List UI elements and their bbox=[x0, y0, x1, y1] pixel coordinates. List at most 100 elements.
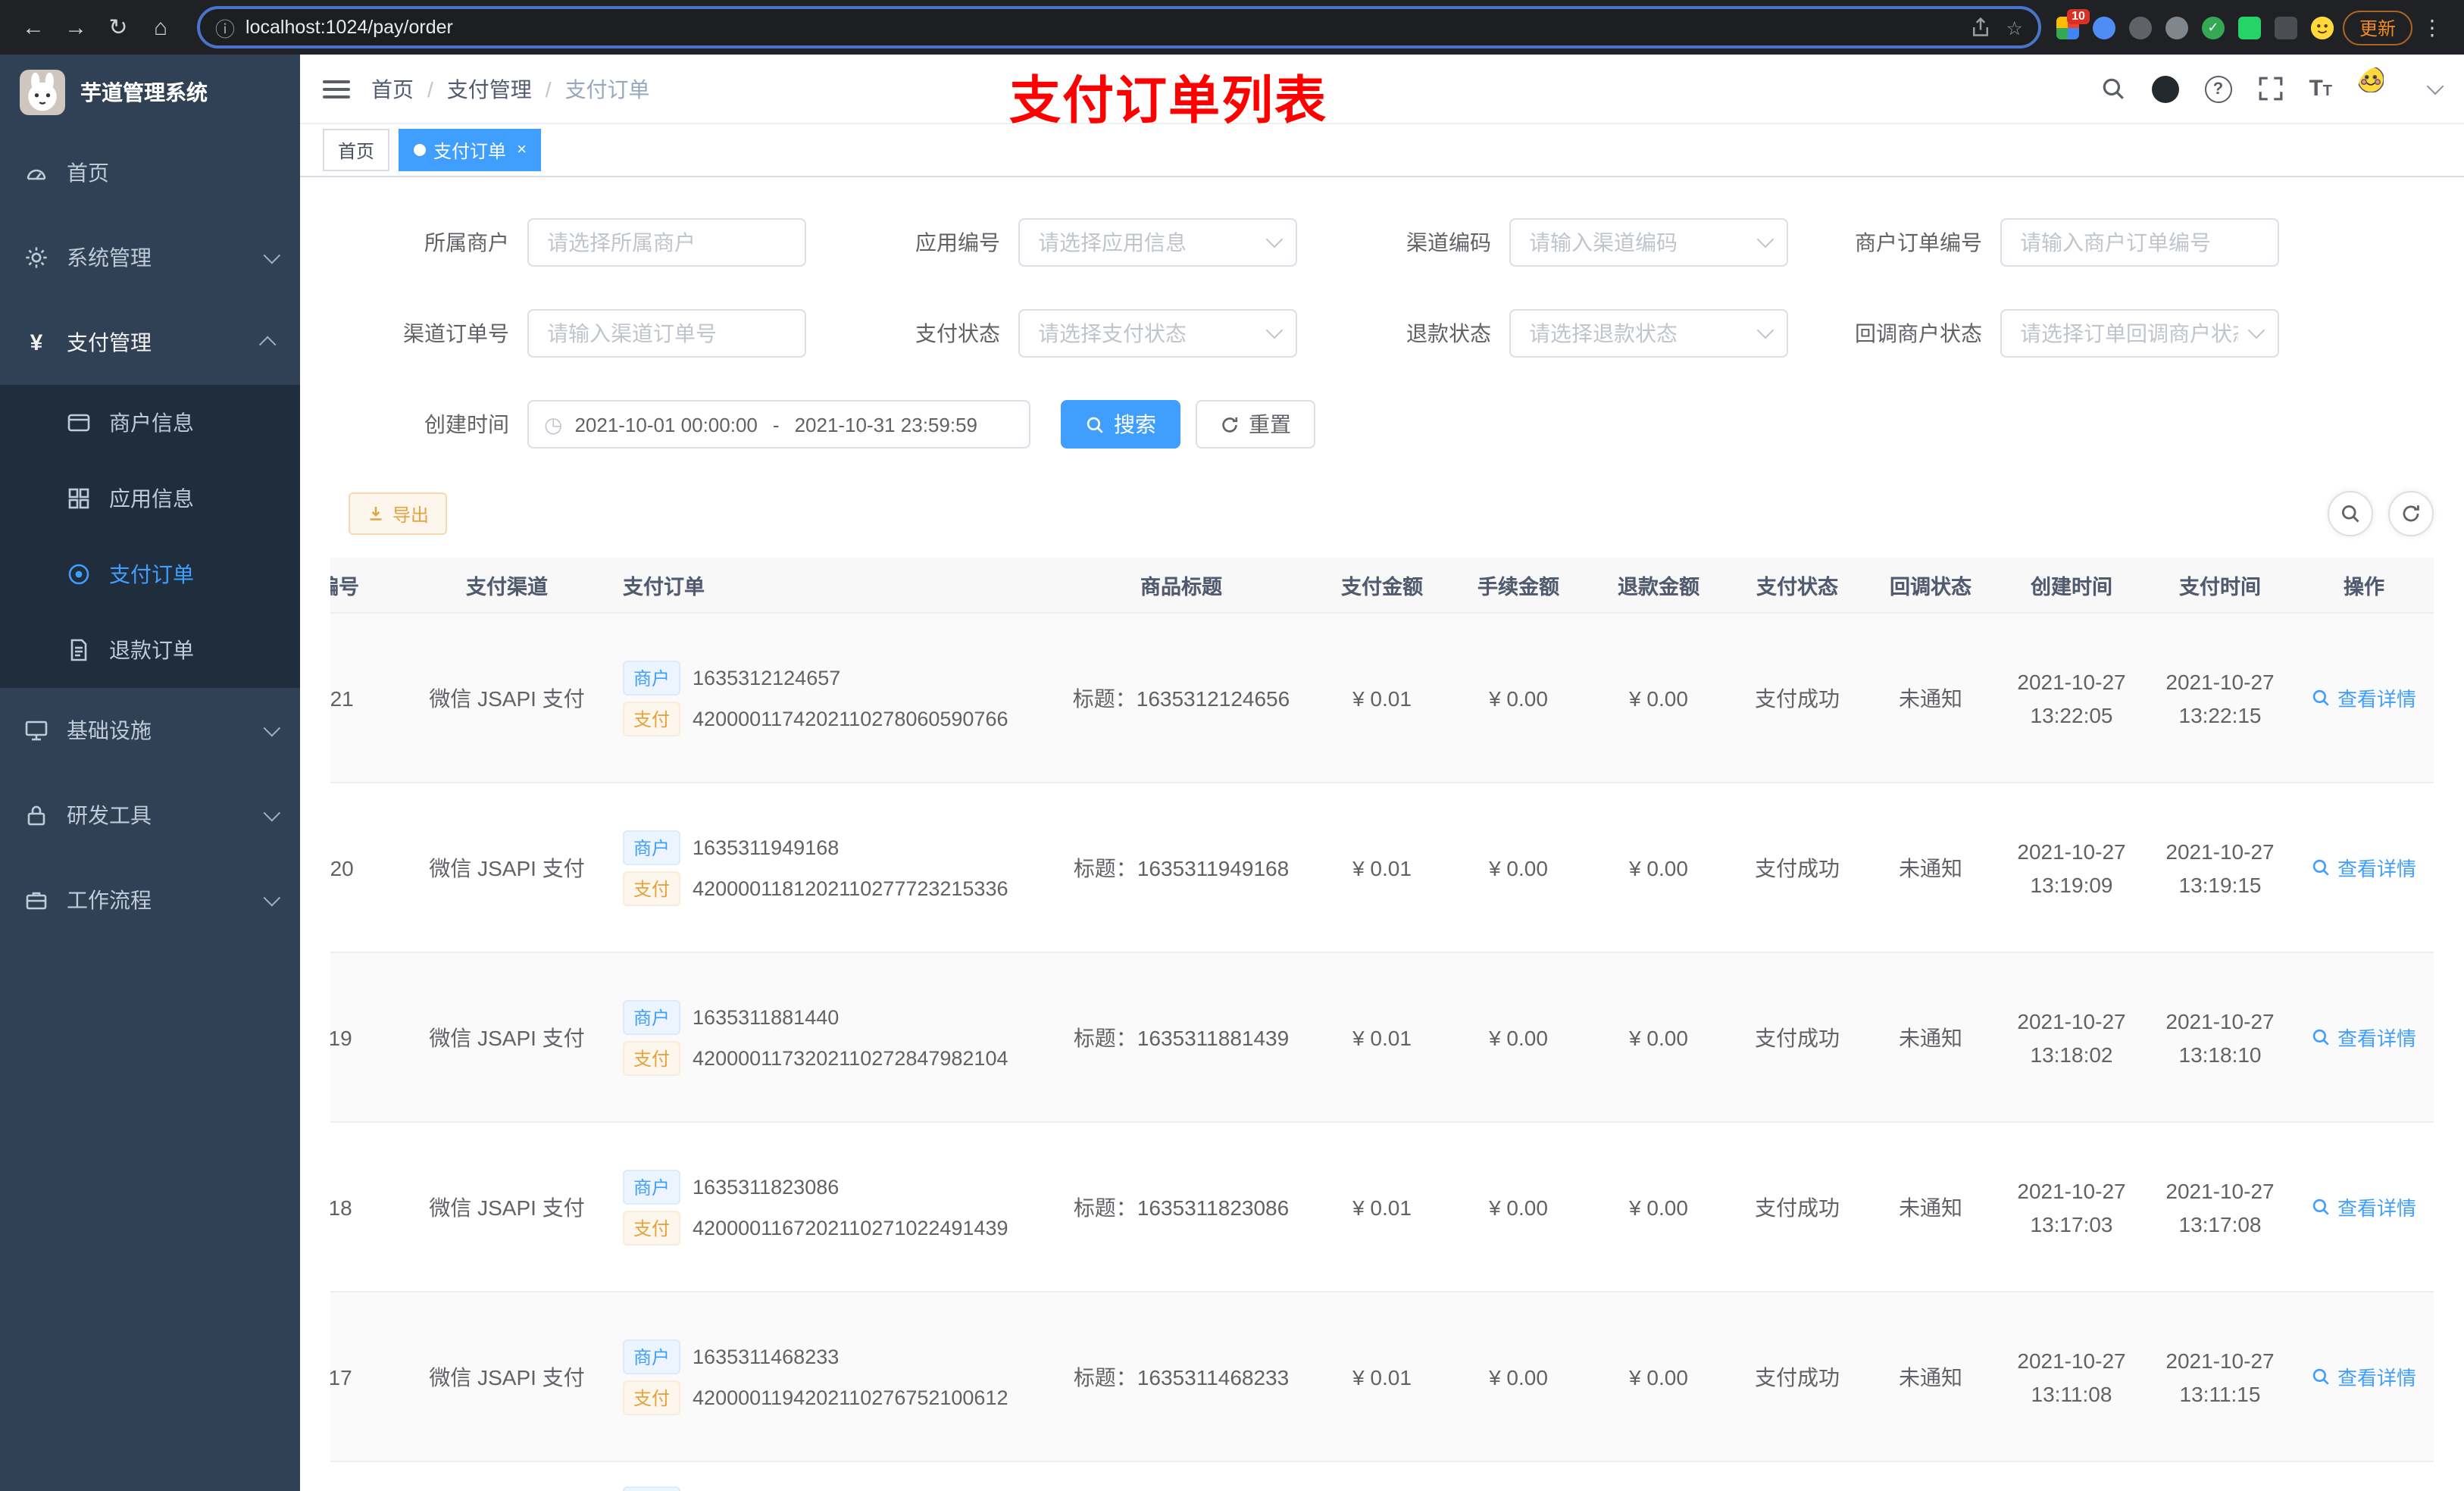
cell-create-time: 2021-10-27 13:18:02 bbox=[1997, 952, 2146, 1123]
cell-pay-order: 商户 1635311823086 支付 42000011672021102710… bbox=[617, 1122, 1049, 1293]
sidebar-item-infrastructure[interactable]: 基础设施 bbox=[0, 688, 300, 773]
share-icon[interactable] bbox=[1970, 17, 1991, 38]
export-button[interactable]: 导出 bbox=[349, 492, 448, 535]
chevron-down-icon bbox=[263, 889, 281, 907]
view-detail-link[interactable]: 查看详情 bbox=[2312, 1362, 2416, 1391]
view-detail-link[interactable]: 查看详情 bbox=[2312, 1023, 2416, 1052]
chevron-down-icon bbox=[1756, 230, 1775, 248]
view-detail-link[interactable]: 查看详情 bbox=[2312, 683, 2416, 712]
sidebar-item-system[interactable]: 系统管理 bbox=[0, 215, 300, 300]
cell-pay-status: 支付成功 bbox=[1731, 783, 1864, 953]
reload-icon[interactable]: ↻ bbox=[97, 6, 139, 48]
refresh-button[interactable] bbox=[2388, 491, 2434, 536]
search-button[interactable]: 搜索 bbox=[1061, 400, 1180, 449]
cell-fee: ¥ 0.00 bbox=[1450, 952, 1587, 1123]
cell-pay-order: 商户 1635311151736 支付 bbox=[617, 1461, 1049, 1491]
address-bar[interactable]: ⓘ localhost:1024/pay/order ☆ bbox=[197, 6, 2041, 48]
cell-amount: ¥ 0.01 bbox=[1314, 613, 1450, 783]
cell-fee: ¥ 0.00 bbox=[1450, 613, 1587, 783]
col-create-time: 创建时间 bbox=[1997, 558, 2146, 614]
view-detail-link[interactable]: 查看详情 bbox=[2312, 853, 2416, 882]
tab-home[interactable]: 首页 bbox=[323, 129, 390, 171]
extension-icon[interactable] bbox=[2165, 16, 2188, 39]
cell-title: 标题：1635312124656 bbox=[1049, 613, 1314, 783]
sidebar-item-payment[interactable]: ¥ 支付管理 bbox=[0, 300, 300, 385]
tab-pay-order[interactable]: 支付订单 × bbox=[399, 129, 542, 171]
cell-callback-status: 未通知 bbox=[1864, 1292, 1997, 1462]
reset-button[interactable]: 重置 bbox=[1196, 400, 1315, 449]
browser-toolbar: ← → ↻ ⌂ ⓘ localhost:1024/pay/order ☆ 10 … bbox=[0, 0, 2464, 55]
avatar-dropdown-icon[interactable] bbox=[2426, 77, 2444, 95]
col-pay-order: 支付订单 bbox=[617, 558, 1049, 614]
chevron-down-icon bbox=[263, 719, 281, 737]
col-pay-status: 支付状态 bbox=[1731, 558, 1864, 614]
breadcrumb-home[interactable]: 首页 bbox=[371, 73, 414, 104]
help-icon[interactable]: ? bbox=[2204, 75, 2232, 102]
view-detail-link[interactable]: 查看详情 bbox=[2312, 1192, 2416, 1221]
extension-icon[interactable] bbox=[2092, 16, 2115, 39]
pay-status-select[interactable] bbox=[1018, 309, 1297, 358]
browser-update-button[interactable]: 更新 bbox=[2342, 10, 2412, 45]
cell-pay-time: 2021-10-27 13:18:10 bbox=[2146, 952, 2294, 1123]
cell-id: 121 bbox=[330, 613, 397, 783]
cell-id: 118 bbox=[330, 1122, 397, 1293]
merchant-tag: 商户 bbox=[623, 1486, 681, 1491]
cell-create-time: 2021-10-27 13:17:03 bbox=[1997, 1122, 2146, 1293]
font-size-icon[interactable]: TT bbox=[2309, 76, 2332, 102]
cell-callback-status: 未通知 bbox=[1864, 1122, 1997, 1293]
create-time-range-picker[interactable]: ◷ 2021-10-01 00:00:00 - 2021-10-31 23:59… bbox=[527, 400, 1030, 449]
refund-status-select[interactable] bbox=[1509, 309, 1788, 358]
search-icon bbox=[1087, 416, 1103, 433]
close-tab-icon[interactable]: × bbox=[517, 141, 527, 159]
url-text: localhost:1024/pay/order bbox=[245, 17, 453, 38]
forward-icon[interactable]: → bbox=[55, 6, 97, 48]
merchant-order-no-input[interactable] bbox=[2000, 218, 2279, 267]
extension-icon[interactable] bbox=[2237, 16, 2261, 39]
breadcrumb-section[interactable]: 支付管理 bbox=[447, 73, 532, 104]
extension-icon[interactable]: ✓ bbox=[2201, 16, 2225, 39]
cell-pay-time bbox=[2146, 1461, 2294, 1491]
extension-icon[interactable] bbox=[2128, 16, 2152, 39]
merchant-tag: 商户 bbox=[623, 660, 681, 695]
channel-code-select[interactable] bbox=[1509, 218, 1788, 267]
collapse-sidebar-icon[interactable] bbox=[323, 75, 350, 102]
cell-title: 标题：1635311881439 bbox=[1049, 952, 1314, 1123]
emoji-extension-icon[interactable] bbox=[2310, 16, 2334, 39]
cell-channel: 微信 JSAPI 支付 bbox=[397, 613, 617, 783]
toggle-search-button[interactable] bbox=[2328, 491, 2373, 536]
merchant-tag: 商户 bbox=[623, 830, 681, 864]
github-icon[interactable] bbox=[2151, 75, 2179, 102]
cell-channel: 微信 JSAPI 支付 bbox=[397, 783, 617, 953]
cell-pay-status: 支付成功 bbox=[1731, 1292, 1864, 1462]
channel-order-no-input[interactable] bbox=[527, 309, 806, 358]
sidebar-item-workflow[interactable]: 工作流程 bbox=[0, 858, 300, 942]
chevron-down-icon bbox=[1265, 321, 1284, 339]
browser-menu-icon[interactable]: ⋮ bbox=[2412, 14, 2452, 40]
sidebar-item-refund-order[interactable]: 退款订单 bbox=[0, 612, 300, 688]
cell-refund: ¥ 0.00 bbox=[1587, 783, 1731, 953]
cell-pay-order: 商户 1635311949168 支付 42000011812021102777… bbox=[617, 783, 1049, 953]
home-icon[interactable]: ⌂ bbox=[139, 6, 182, 48]
fullscreen-icon[interactable] bbox=[2257, 76, 2283, 102]
merchant-select[interactable] bbox=[527, 218, 806, 267]
sidebar-item-dev-tools[interactable]: 研发工具 bbox=[0, 773, 300, 858]
back-icon[interactable]: ← bbox=[12, 6, 55, 48]
filter-label-refund-status: 退款状态 bbox=[1406, 321, 1491, 345]
user-avatar[interactable] bbox=[2358, 66, 2403, 111]
callback-status-select[interactable] bbox=[2000, 309, 2279, 358]
sidebar-item-pay-order[interactable]: 支付订单 bbox=[0, 536, 300, 612]
table-row: 118 微信 JSAPI 支付 商户 1635311823086 支付 4200… bbox=[330, 1122, 2434, 1293]
cell-create-time: 2021-10-27 13:11:08 bbox=[1997, 1292, 2146, 1462]
sidebar-item-merchant-info[interactable]: 商户信息 bbox=[0, 385, 300, 461]
app-no-select[interactable] bbox=[1018, 218, 1297, 267]
extension-icon[interactable]: 10 bbox=[2056, 8, 2090, 39]
cell-pay-time: 2021-10-27 13:11:15 bbox=[2146, 1292, 2294, 1462]
cell-create-time bbox=[1997, 1461, 2146, 1491]
site-info-icon[interactable]: ⓘ bbox=[215, 13, 235, 42]
search-icon[interactable] bbox=[2100, 76, 2125, 102]
sidebar-item-app-info[interactable]: 应用信息 bbox=[0, 461, 300, 536]
puzzle-icon[interactable] bbox=[2274, 16, 2297, 39]
cell-id: 119 bbox=[330, 952, 397, 1123]
bookmark-star-icon[interactable]: ☆ bbox=[2006, 16, 2023, 39]
sidebar-item-home[interactable]: 首页 bbox=[0, 130, 300, 215]
